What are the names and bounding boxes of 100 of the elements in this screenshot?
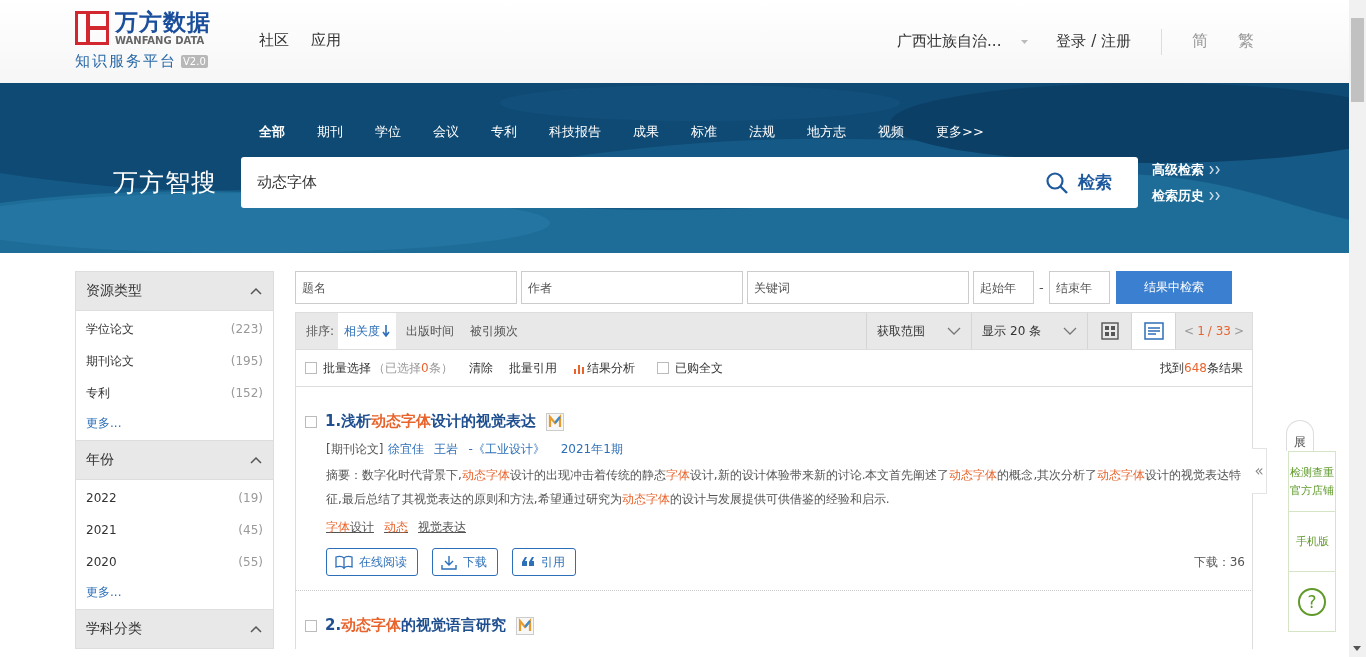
search-type-tab[interactable]: 专利 bbox=[491, 123, 517, 141]
scroll-down-icon[interactable] bbox=[1353, 646, 1361, 651]
logo-name: 万方数据 bbox=[115, 9, 211, 35]
facet-item[interactable]: 学位论文 bbox=[86, 320, 134, 338]
filter-field[interactable]: 结束年 bbox=[1048, 271, 1110, 304]
checkbox[interactable] bbox=[305, 415, 317, 428]
expand-tab[interactable]: 展 bbox=[1286, 420, 1314, 451]
range-dropdown[interactable]: 获取范围 bbox=[866, 313, 972, 349]
search-type-tab[interactable]: 学位 bbox=[375, 123, 401, 141]
abstract-text: 摘要：数字化时代背景下,动态字体设计的出现冲击着传统的静态字体设计,新的设计体验带来新的讨论.本文首先阐述了动态字体的概念,其次分析了动态字体设计的视觉表达特征,最后总结了其视觉表达的原则和方法,希望通过研究为动态字体的设计与发展提供可供借鉴的经验和启示. bbox=[326, 467, 1243, 508]
login-link[interactable]: 登录 / 注册 bbox=[1056, 32, 1131, 51]
filter-field[interactable]: 关键词 bbox=[747, 271, 969, 304]
search-type-tab[interactable]: 更多>> bbox=[936, 123, 984, 141]
sort-option[interactable]: 相关度 bbox=[338, 313, 397, 349]
facet-item[interactable]: 专利 bbox=[86, 384, 110, 402]
read-button[interactable]: 在线阅读 bbox=[326, 548, 418, 576]
region-selector[interactable]: 广西壮族自治... bbox=[897, 32, 1002, 51]
facet-count: (223) bbox=[230, 322, 263, 336]
platform-name: 知识服务平台 bbox=[75, 52, 177, 71]
document-type: [期刊论文] bbox=[326, 441, 384, 458]
chevron-down-icon bbox=[947, 327, 962, 335]
search-type-tab[interactable]: 视频 bbox=[878, 123, 904, 141]
search-type-tab[interactable]: 成果 bbox=[633, 123, 659, 141]
result-count-text: 找到648条结果 bbox=[1160, 359, 1243, 377]
filter-field[interactable]: 作者 bbox=[521, 271, 743, 304]
chevron-up-icon bbox=[250, 625, 262, 633]
double-chevron-icon bbox=[1208, 165, 1221, 174]
search-type-tab[interactable]: 地方志 bbox=[807, 123, 846, 141]
sort-option[interactable]: 被引频次 bbox=[464, 313, 525, 349]
search-type-tab[interactable]: 期刊 bbox=[317, 123, 343, 141]
result-title[interactable]: 2.动态字体的视觉语言研究 bbox=[325, 616, 507, 635]
more-link[interactable]: 更多... bbox=[86, 578, 263, 601]
bar-chart-icon bbox=[572, 362, 585, 374]
search-type-tab[interactable]: 会议 bbox=[433, 123, 459, 141]
keyword-link[interactable]: 视觉表达 bbox=[418, 519, 466, 536]
filter-field[interactable]: 起始年 bbox=[973, 271, 1034, 304]
facet-header[interactable]: 年份 bbox=[76, 441, 273, 480]
chevron-up-icon bbox=[250, 456, 262, 464]
side-panel-link[interactable]: 检测查重官方店铺 bbox=[1289, 452, 1335, 512]
logo-subtitle: WANFANG DATA bbox=[115, 35, 206, 47]
nav-link[interactable]: 社区 bbox=[259, 30, 289, 50]
download-icon bbox=[441, 554, 457, 570]
current-page: 1 bbox=[1197, 324, 1205, 338]
book-icon bbox=[335, 555, 353, 569]
clear-link[interactable]: 清除 bbox=[468, 359, 493, 377]
chevron-down-icon bbox=[1063, 327, 1078, 335]
facet-count: (152) bbox=[230, 386, 263, 400]
quote-icon bbox=[521, 557, 535, 567]
search-type-tab[interactable]: 法规 bbox=[749, 123, 775, 141]
version-badge: V2.0 bbox=[181, 55, 208, 68]
source-link[interactable]: -《工业设计》 bbox=[468, 441, 545, 458]
author-link[interactable]: 徐宜佳 bbox=[388, 441, 425, 458]
page-total: / 33 bbox=[1207, 324, 1231, 338]
range-dash: - bbox=[1039, 280, 1044, 295]
search-brand: 万方智搜 bbox=[113, 167, 218, 199]
help-button[interactable]: ? bbox=[1289, 572, 1335, 631]
nav-link[interactable]: 应用 bbox=[311, 30, 341, 50]
sort-option[interactable]: 出版时间 bbox=[400, 313, 461, 349]
facet-item[interactable]: 期刊论文 bbox=[86, 352, 134, 370]
search-type-tab[interactable]: 标准 bbox=[691, 123, 717, 141]
keyword-link[interactable]: 字体设计 bbox=[326, 519, 374, 536]
facet-item[interactable]: 2021 bbox=[86, 523, 117, 537]
facet-item[interactable]: 2020 bbox=[86, 555, 117, 569]
author-link[interactable]: 王岩 bbox=[434, 441, 459, 458]
scrollbar[interactable] bbox=[1349, 0, 1366, 657]
refine-search-button[interactable]: 结果中检索 bbox=[1115, 271, 1232, 304]
caret-icon bbox=[1021, 39, 1029, 44]
download-button[interactable]: 下载 bbox=[432, 548, 498, 576]
search-icon bbox=[1046, 171, 1068, 194]
collapse-button[interactable]: « bbox=[1252, 448, 1267, 494]
facet-item[interactable]: 2022 bbox=[86, 491, 117, 505]
grid-icon bbox=[1100, 322, 1119, 340]
analysis-link[interactable]: 结果分析 bbox=[572, 359, 635, 377]
facet-header[interactable]: 资源类型 bbox=[76, 272, 273, 311]
issue-link[interactable]: 2021年1期 bbox=[560, 441, 623, 458]
search-link[interactable]: 检索历史 bbox=[1152, 186, 1221, 205]
keyword-link[interactable]: 动态 bbox=[384, 519, 408, 536]
search-link[interactable]: 高级检索 bbox=[1152, 160, 1221, 179]
checkbox[interactable] bbox=[305, 619, 317, 632]
result-title[interactable]: 1.浅析动态字体设计的视觉表达 bbox=[325, 412, 537, 431]
selected-count-text: （已选择0条） bbox=[373, 359, 453, 377]
search-button[interactable]: 检索 bbox=[1046, 171, 1138, 194]
cite-button[interactable]: 引用 bbox=[512, 548, 576, 576]
facet-count: (45) bbox=[238, 523, 263, 537]
search-type-tab[interactable]: 科技报告 bbox=[549, 123, 601, 141]
search-type-tab[interactable]: 全部 bbox=[259, 123, 285, 141]
scrollbar-thumb[interactable] bbox=[1351, 18, 1364, 102]
side-panel-link[interactable]: 手机版 bbox=[1289, 512, 1335, 572]
more-link[interactable]: 更多... bbox=[86, 409, 263, 432]
checkbox[interactable] bbox=[656, 362, 669, 374]
facet-header[interactable]: 学科分类 bbox=[76, 610, 273, 649]
search-field[interactable]: 动态字体 检索 bbox=[241, 157, 1138, 208]
double-chevron-icon bbox=[1208, 191, 1221, 200]
checkbox[interactable] bbox=[305, 362, 317, 374]
batch-cite-link[interactable]: 批量引用 bbox=[508, 359, 557, 377]
list-view-button[interactable] bbox=[1131, 313, 1176, 349]
page-size-dropdown[interactable]: 显示 20 条 bbox=[971, 313, 1088, 349]
filter-field[interactable]: 题名 bbox=[295, 271, 517, 304]
chevron-up-icon bbox=[250, 287, 262, 295]
m-badge-icon bbox=[516, 616, 535, 635]
